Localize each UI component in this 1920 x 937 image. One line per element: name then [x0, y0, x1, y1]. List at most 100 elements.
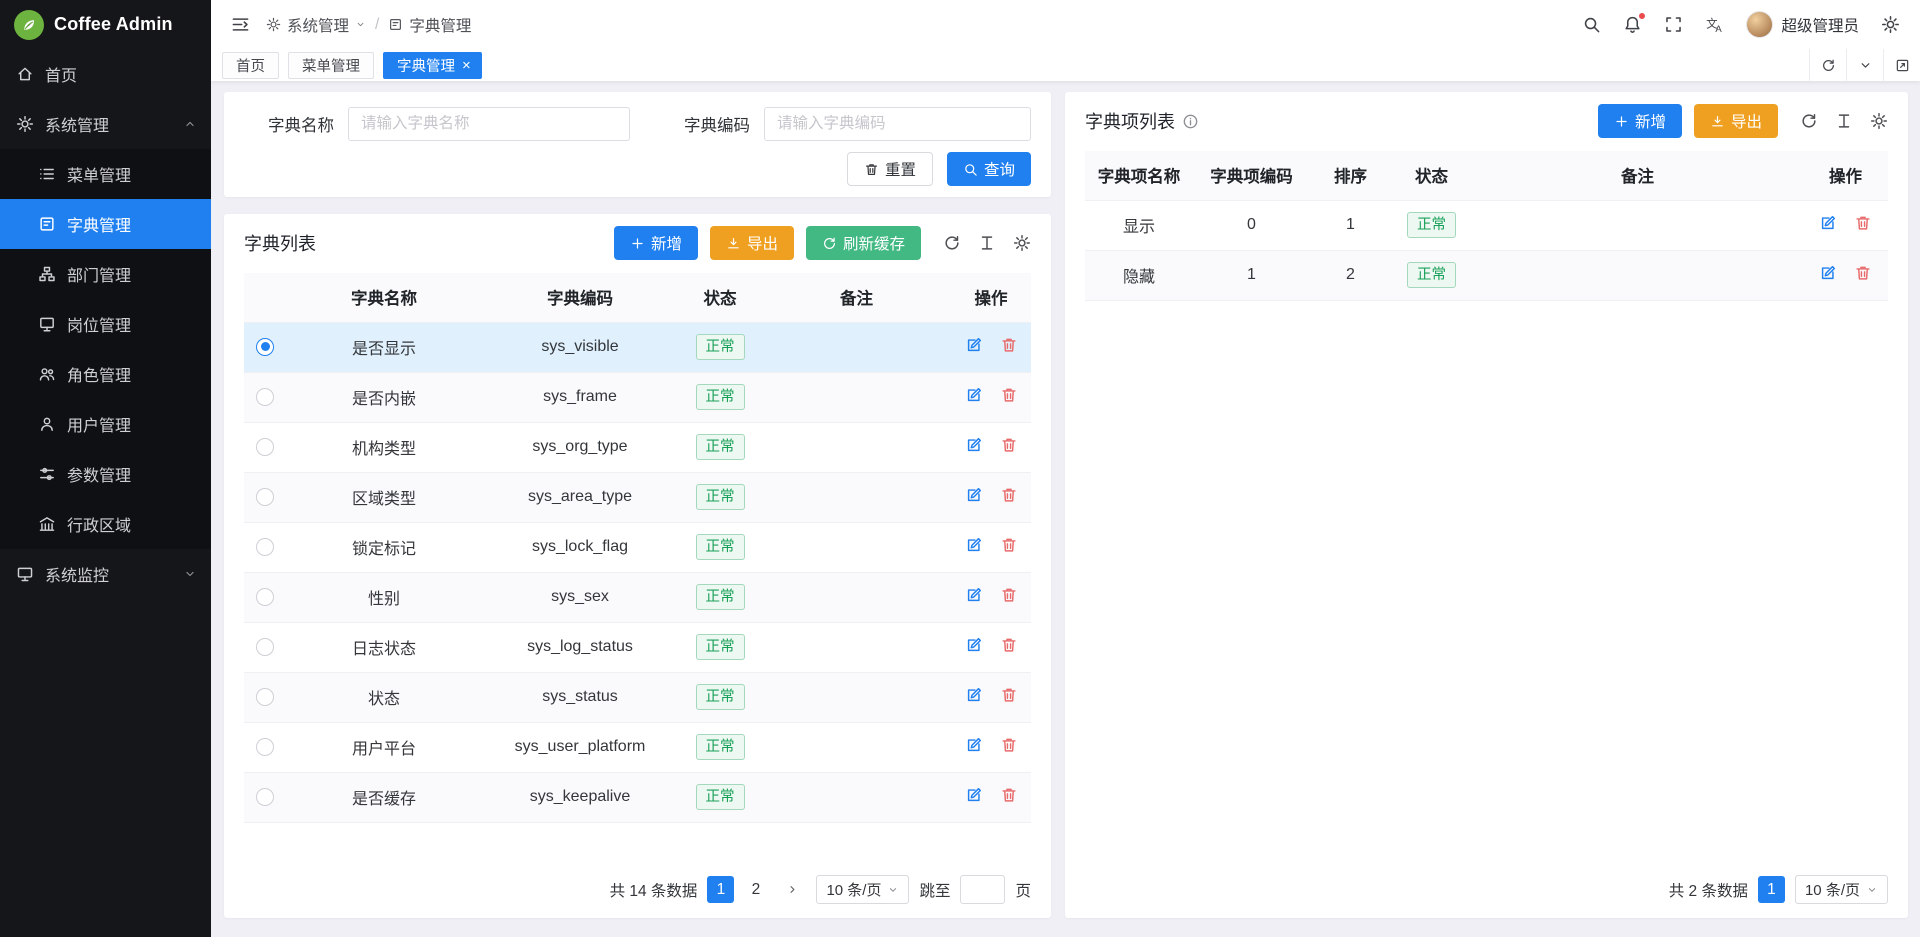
page-2-button[interactable]: 2	[742, 876, 769, 903]
chevron-down-control[interactable]	[1846, 49, 1883, 81]
edit-icon[interactable]	[965, 386, 983, 404]
trash-icon[interactable]	[1854, 264, 1872, 282]
sidebar-item-dept-management[interactable]: 部门管理	[0, 249, 211, 299]
trash-icon[interactable]	[1000, 486, 1018, 504]
sidebar-item-role-management[interactable]: 角色管理	[0, 349, 211, 399]
notifications-button[interactable]	[1623, 15, 1642, 34]
trash-icon[interactable]	[1000, 436, 1018, 454]
dict-table-row[interactable]: 性别sys_sex正常	[244, 572, 1031, 622]
page-size-select[interactable]: 10 条/页	[1795, 875, 1888, 904]
close-tab-icon[interactable]: ×	[462, 58, 471, 73]
tab-dict-management[interactable]: 字典管理×	[383, 52, 482, 79]
row-select-radio[interactable]	[256, 388, 274, 406]
trash-icon[interactable]	[1000, 736, 1018, 754]
trash-icon[interactable]	[1000, 586, 1018, 604]
reset-button[interactable]: 重置	[847, 152, 933, 186]
tab-menu-management[interactable]: 菜单管理	[288, 52, 374, 79]
sidebar-item-admin-region[interactable]: 行政区域	[0, 499, 211, 549]
tab-home[interactable]: 首页	[222, 52, 279, 79]
edit-icon[interactable]	[965, 486, 983, 504]
add-dict-item-button[interactable]: 新增	[1598, 104, 1682, 138]
coffee-leaf-logo-icon	[14, 10, 44, 40]
dict-table-row[interactable]: 是否缓存sys_keepalive正常	[244, 772, 1031, 822]
row-select-radio[interactable]	[256, 738, 274, 756]
edit-icon[interactable]	[965, 586, 983, 604]
sidebar-item-system-monitor[interactable]: 系统监控	[0, 549, 211, 599]
edit-icon[interactable]	[965, 536, 983, 554]
edit-icon[interactable]	[965, 686, 983, 704]
add-dict-button[interactable]: 新增	[614, 226, 698, 260]
search-button[interactable]	[1582, 15, 1601, 34]
dict-code-input[interactable]	[764, 107, 1031, 141]
column-setting-button[interactable]	[1835, 112, 1853, 130]
dict-table-row[interactable]: 是否内嵌sys_frame正常	[244, 372, 1031, 422]
edit-icon[interactable]	[965, 336, 983, 354]
collapse-sidebar-button[interactable]	[231, 15, 250, 34]
column-header: 字典编码	[482, 273, 678, 322]
dict-name-input[interactable]	[348, 107, 630, 141]
gear-button[interactable]	[1870, 112, 1888, 130]
query-button[interactable]: 查询	[947, 152, 1031, 186]
row-select-radio[interactable]	[256, 438, 274, 456]
dict-table-row[interactable]: 锁定标记sys_lock_flag正常	[244, 522, 1031, 572]
sidebar-item-dict-management[interactable]: 字典管理	[0, 199, 211, 249]
refresh-button[interactable]	[1800, 112, 1818, 130]
row-select-radio[interactable]	[256, 688, 274, 706]
refresh-cache-button[interactable]: 刷新缓存	[806, 226, 921, 260]
trash-icon[interactable]	[1000, 336, 1018, 354]
sidebar-item-param-management[interactable]: 参数管理	[0, 449, 211, 499]
edit-icon[interactable]	[965, 786, 983, 804]
row-select-radio[interactable]	[256, 338, 274, 356]
dict-table-row[interactable]: 用户平台sys_user_platform正常	[244, 722, 1031, 772]
trash-icon[interactable]	[1000, 386, 1018, 404]
sidebar-submenu: 菜单管理字典管理部门管理岗位管理角色管理用户管理参数管理行政区域	[0, 149, 211, 549]
export-dict-button[interactable]: 导出	[710, 226, 794, 260]
trash-icon[interactable]	[1000, 786, 1018, 804]
sidebar-item-home[interactable]: 首页	[0, 49, 211, 99]
gear-icon	[16, 115, 34, 133]
sidebar-item-system-management[interactable]: 系统管理	[0, 99, 211, 149]
edit-icon[interactable]	[965, 636, 983, 654]
export-dict-item-button[interactable]: 导出	[1694, 104, 1778, 138]
user-menu[interactable]: 超级管理员	[1746, 11, 1859, 38]
trash-icon[interactable]	[1854, 214, 1872, 232]
edit-icon[interactable]	[1819, 264, 1837, 282]
download-icon	[1710, 114, 1725, 129]
dict-item-row[interactable]: 显示01正常	[1085, 200, 1888, 250]
dict-table-row[interactable]: 日志状态sys_log_status正常	[244, 622, 1031, 672]
refresh-button[interactable]	[943, 234, 961, 252]
row-select-radio[interactable]	[256, 588, 274, 606]
edit-icon[interactable]	[965, 736, 983, 754]
sidebar-item-post-management[interactable]: 岗位管理	[0, 299, 211, 349]
dict-item-row[interactable]: 隐藏12正常	[1085, 250, 1888, 300]
refresh-control[interactable]	[1809, 49, 1846, 81]
trash-icon[interactable]	[1000, 636, 1018, 654]
fullscreen-button[interactable]	[1664, 15, 1683, 34]
column-setting-button[interactable]	[978, 234, 996, 252]
expand-control[interactable]	[1883, 49, 1920, 81]
trash-icon[interactable]	[1000, 686, 1018, 704]
settings-button[interactable]	[1881, 15, 1900, 34]
page-1-button[interactable]: 1	[1758, 876, 1785, 903]
breadcrumb-item-system[interactable]: 系统管理	[266, 14, 366, 36]
translate-button[interactable]: 文A	[1705, 15, 1724, 34]
breadcrumb-item-dict[interactable]: 字典管理	[388, 14, 471, 36]
edit-icon[interactable]	[1819, 214, 1837, 232]
sidebar-item-user-management[interactable]: 用户管理	[0, 399, 211, 449]
dict-table-row[interactable]: 状态sys_status正常	[244, 672, 1031, 722]
trash-icon[interactable]	[1000, 536, 1018, 554]
dict-table-row[interactable]: 机构类型sys_org_type正常	[244, 422, 1031, 472]
page-jump-input[interactable]	[960, 875, 1005, 904]
page-1-button[interactable]: 1	[707, 876, 734, 903]
page-size-select[interactable]: 10 条/页	[816, 875, 909, 904]
gear-button[interactable]	[1013, 234, 1031, 252]
dict-table-row[interactable]: 是否显示sys_visible正常	[244, 322, 1031, 372]
row-select-radio[interactable]	[256, 788, 274, 806]
sidebar-item-menu-management[interactable]: 菜单管理	[0, 149, 211, 199]
dict-table-row[interactable]: 区域类型sys_area_type正常	[244, 472, 1031, 522]
row-select-radio[interactable]	[256, 638, 274, 656]
next-page-button[interactable]	[779, 876, 806, 903]
row-select-radio[interactable]	[256, 538, 274, 556]
edit-icon[interactable]	[965, 436, 983, 454]
row-select-radio[interactable]	[256, 488, 274, 506]
